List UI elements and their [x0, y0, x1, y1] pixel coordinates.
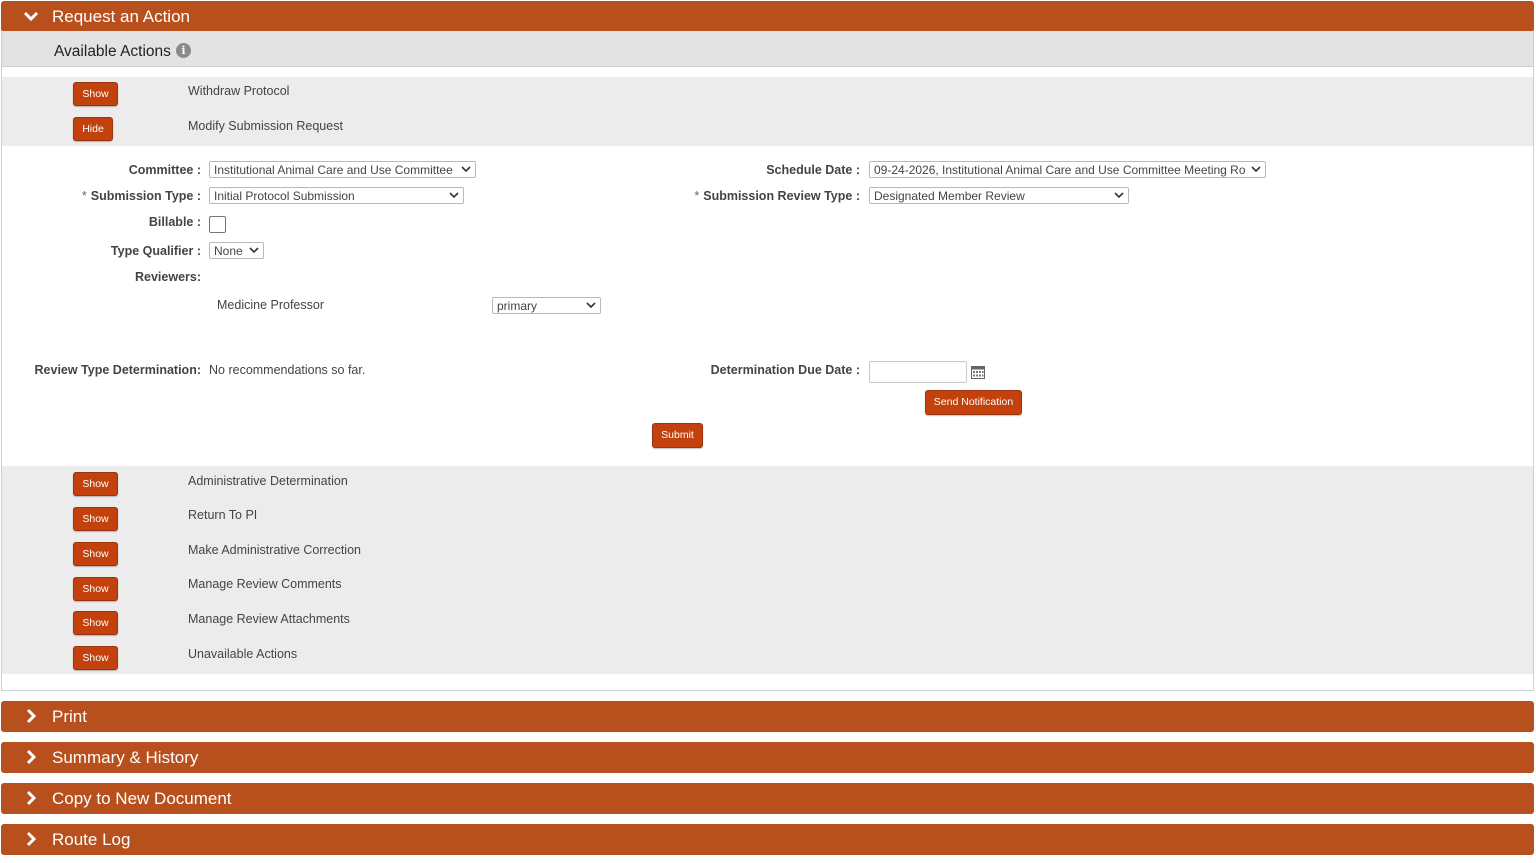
- required-marker: *: [81, 189, 87, 203]
- show-make-administrative-correction-button[interactable]: Show: [73, 542, 118, 566]
- administrative-determination-label: Administrative Determination: [188, 474, 348, 488]
- billable-checkbox[interactable]: [209, 216, 226, 233]
- info-icon[interactable]: i: [176, 43, 191, 58]
- hide-modify-submission-button[interactable]: Hide: [73, 117, 113, 141]
- chevron-right-icon: [26, 831, 37, 847]
- review-type-determination-value: No recommendations so far.: [209, 363, 366, 377]
- chevron-right-icon: [26, 790, 37, 806]
- available-actions-header: Available Actions i: [2, 31, 1533, 67]
- submission-type-label: * Submission Type :: [40, 189, 201, 203]
- print-section-header[interactable]: Print: [1, 701, 1534, 732]
- modify-submission-label: Modify Submission Request: [188, 119, 343, 133]
- chevron-down-icon: [460, 162, 472, 177]
- chevron-down-icon: [448, 188, 460, 203]
- route-log-section-header[interactable]: Route Log: [1, 824, 1534, 855]
- summary-history-section-header[interactable]: Summary & History: [1, 742, 1534, 773]
- review-type-determination-label: Review Type Determination:: [34, 363, 201, 377]
- request-action-header[interactable]: Request an Action: [1, 1, 1534, 32]
- manage-review-attachments-label: Manage Review Attachments: [188, 612, 350, 626]
- chevron-right-icon: [26, 749, 37, 765]
- actions-bottom-block: [2, 466, 1533, 674]
- type-qualifier-value: None: [214, 244, 243, 258]
- manage-review-comments-label: Manage Review Comments: [188, 577, 342, 591]
- submission-review-type-value: Designated Member Review: [874, 189, 1025, 203]
- committee-value: Institutional Animal Care and Use Commit…: [214, 163, 453, 177]
- available-actions-label: Available Actions: [54, 43, 171, 60]
- show-unavailable-actions-button[interactable]: Show: [73, 646, 118, 670]
- chevron-down-icon: [248, 243, 260, 258]
- committee-select[interactable]: Institutional Animal Care and Use Commit…: [209, 161, 476, 178]
- show-manage-review-comments-button[interactable]: Show: [73, 577, 118, 601]
- reviewers-label: Reviewers:: [134, 270, 201, 284]
- determination-due-date-input[interactable]: [869, 361, 967, 383]
- submission-review-type-label-text: Submission Review Type :: [703, 189, 860, 203]
- submission-review-type-select[interactable]: Designated Member Review: [869, 187, 1129, 204]
- type-qualifier-label: Type Qualifier :: [110, 244, 201, 258]
- billable-label: Billable :: [148, 215, 201, 229]
- copy-to-new-document-section-title: Copy to New Document: [52, 789, 232, 808]
- reviewer-role-value: primary: [497, 299, 538, 313]
- submission-type-value: Initial Protocol Submission: [214, 189, 355, 203]
- print-section-title: Print: [52, 707, 87, 726]
- reviewer-name: Medicine Professor: [217, 298, 324, 312]
- show-return-to-pi-button[interactable]: Show: [73, 507, 118, 531]
- chevron-down-icon: [585, 298, 597, 313]
- schedule-date-value: 09-24-2026, Institutional Animal Care an…: [874, 163, 1246, 177]
- return-to-pi-label: Return To PI: [188, 508, 258, 522]
- show-administrative-determination-button[interactable]: Show: [73, 472, 118, 496]
- required-marker: *: [694, 189, 700, 203]
- unavailable-actions-label: Unavailable Actions: [188, 647, 298, 661]
- type-qualifier-select[interactable]: None: [209, 242, 264, 259]
- request-action-title: Request an Action: [52, 7, 190, 26]
- show-manage-review-attachments-button[interactable]: Show: [73, 611, 118, 635]
- show-withdraw-protocol-button[interactable]: Show: [73, 82, 118, 106]
- chevron-down-icon: [23, 11, 39, 22]
- schedule-date-label: Schedule Date :: [766, 163, 860, 177]
- submit-button[interactable]: Submit: [652, 423, 703, 448]
- chevron-down-icon: [1113, 188, 1125, 203]
- chevron-down-icon: [1250, 162, 1262, 177]
- submission-type-select[interactable]: Initial Protocol Submission: [209, 187, 464, 204]
- make-administrative-correction-label: Make Administrative Correction: [188, 543, 361, 557]
- submission-review-type-label: * Submission Review Type :: [640, 189, 860, 203]
- route-log-section-title: Route Log: [52, 830, 131, 849]
- withdraw-protocol-label: Withdraw Protocol: [188, 84, 290, 98]
- summary-history-section-title: Summary & History: [52, 748, 199, 767]
- schedule-date-select[interactable]: 09-24-2026, Institutional Animal Care an…: [869, 161, 1266, 178]
- calendar-icon[interactable]: [971, 365, 985, 379]
- copy-to-new-document-section-header[interactable]: Copy to New Document: [1, 783, 1534, 814]
- committee-label: Committee :: [128, 163, 201, 177]
- send-notification-button[interactable]: Send Notification: [925, 390, 1022, 415]
- submission-type-label-text: Submission Type :: [90, 189, 201, 203]
- chevron-right-icon: [26, 708, 37, 724]
- determination-due-date-label: Determination Due Date :: [710, 363, 860, 377]
- reviewer-role-select[interactable]: primary: [492, 297, 601, 314]
